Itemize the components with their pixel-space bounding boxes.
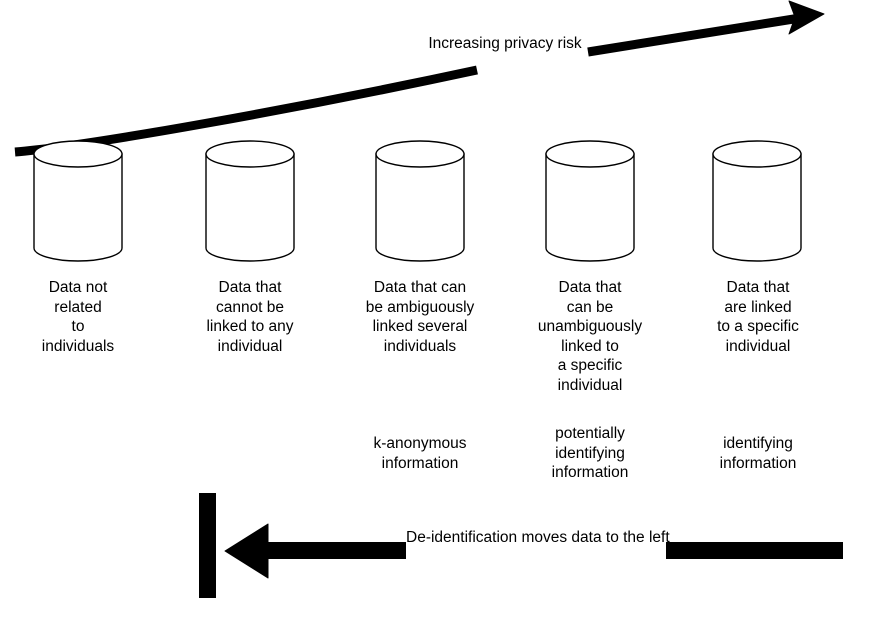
bottom-arrow-end-bar (199, 493, 216, 598)
stage-label-line: be ambiguously (365, 298, 475, 316)
increasing-privacy-risk-caption: Increasing privacy risk (410, 34, 600, 54)
data-cylinder-5 (712, 140, 802, 262)
stage-label-line: linked to (561, 337, 619, 355)
stage-label-2: Data that cannot be linked to any indivi… (164, 278, 336, 356)
cylinder-top (33, 140, 123, 168)
classification-line: information (381, 454, 459, 472)
stage-label-line: to a specific (717, 318, 799, 335)
stage-label-1: Data not related to individuals (0, 278, 164, 356)
cylinder-body (205, 153, 295, 262)
top-arrow-shaft-left (14, 65, 478, 157)
data-cylinder-1 (33, 140, 123, 262)
cylinder-top (205, 140, 295, 168)
classification-line: k-anonymous (373, 435, 467, 452)
increasing-privacy-risk-arrow (14, 0, 825, 157)
stage-label-line: unambiguously (537, 318, 643, 335)
stage-label-line: a specific (557, 357, 623, 374)
classification-line: identifying (723, 435, 793, 452)
classification-line: potentially (555, 425, 625, 442)
caption-line: De-identification moves data (406, 529, 602, 546)
stage-label-line: can be (566, 298, 614, 316)
top-arrow-shaft-right (587, 13, 801, 57)
stage-label-line: Data that can (373, 279, 467, 296)
stage-label-line: linked to any (206, 318, 294, 335)
cylinder-body (712, 153, 802, 262)
data-cylinder-4 (545, 140, 635, 262)
classification-line: information (719, 454, 797, 472)
classification-line: information (551, 464, 629, 481)
stage-label-line: are linked (724, 298, 792, 316)
diagram-canvas: Increasing privacy risk Data not related… (0, 0, 876, 629)
classification-line: identifying (555, 444, 625, 462)
stage-label-line: individual (725, 337, 791, 355)
stage-label-3: Data that can be ambiguously linked seve… (334, 278, 506, 356)
stage-label-line: individuals (383, 337, 457, 355)
data-cylinder-2 (205, 140, 295, 262)
classification-label-3: k-anonymous information (334, 434, 506, 473)
caption-line: privacy risk (504, 35, 582, 52)
stage-label-4: Data that can be unambiguously linked to… (504, 278, 676, 395)
classification-label-4: potentially identifying information (504, 424, 676, 483)
cylinder-top (375, 140, 465, 168)
stage-label-line: Data not (48, 279, 108, 296)
stage-label-line: related (54, 298, 102, 316)
cylinder-top (712, 140, 802, 168)
classification-label-5: identifying information (672, 434, 844, 473)
de-identification-caption: De-identification moves data to the left (406, 528, 670, 548)
caption-line: Increasing (428, 35, 500, 52)
stage-label-line: Data that (558, 279, 622, 296)
cylinder-body (375, 153, 465, 262)
stage-label-line: cannot be (215, 298, 285, 316)
cylinder-body (33, 153, 123, 262)
stage-label-line: Data that (726, 279, 790, 296)
bottom-arrow-shaft-right (666, 542, 843, 559)
caption-line: to the left (605, 529, 670, 546)
bottom-arrow-head (224, 523, 269, 579)
bottom-arrow-shaft-left (266, 542, 406, 559)
stage-label-line: individual (557, 376, 623, 394)
stage-label-line: individual (217, 337, 283, 355)
cylinder-top (545, 140, 635, 168)
data-cylinder-3 (375, 140, 465, 262)
stage-label-line: to (71, 318, 85, 335)
cylinder-body (545, 153, 635, 262)
stage-label-5: Data that are linked to a specific indiv… (672, 278, 844, 356)
stage-label-line: linked several (372, 318, 468, 335)
stage-label-line: Data that (218, 279, 282, 296)
stage-label-line: individuals (41, 337, 115, 355)
